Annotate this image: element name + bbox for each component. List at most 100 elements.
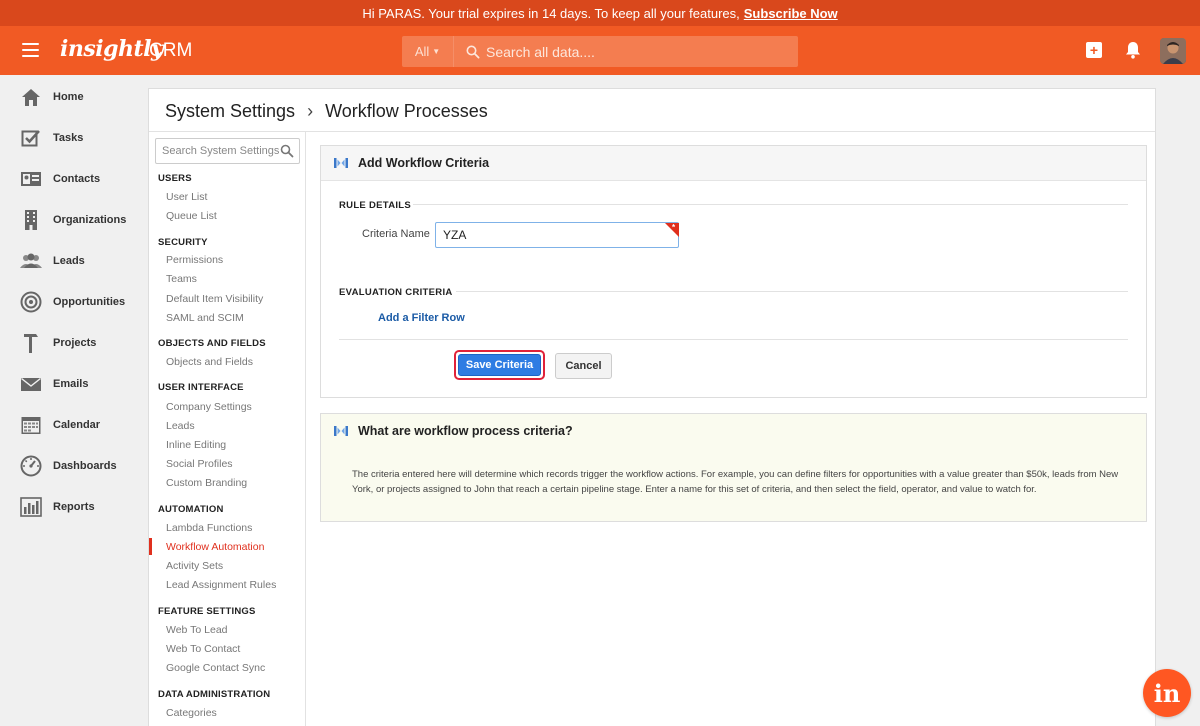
plus-icon: +: [1089, 42, 1099, 58]
nav-item-home[interactable]: Home: [0, 76, 148, 117]
help-body: The criteria entered here will determine…: [352, 469, 1119, 495]
nav-item-calendar[interactable]: Calendar: [0, 404, 148, 445]
notifications-bell-icon[interactable]: [1124, 40, 1142, 60]
search-scope-value: All: [414, 44, 430, 59]
settings-link-teams[interactable]: Teams: [166, 273, 197, 285]
tasks-icon: [21, 129, 40, 146]
settings-link-workflow-automation[interactable]: Workflow Automation: [166, 541, 264, 553]
save-criteria-button[interactable]: Save Criteria: [458, 354, 541, 376]
subscribe-now-link[interactable]: Subscribe Now: [744, 6, 838, 21]
nav-label: Tasks: [53, 131, 84, 144]
settings-link-activity-sets[interactable]: Activity Sets: [166, 560, 223, 572]
nav-label: Leads: [53, 254, 85, 267]
cancel-button[interactable]: Cancel: [555, 353, 612, 379]
breadcrumb: System Settings › Workflow Processes: [165, 101, 488, 122]
card-header: Add Workflow Criteria: [321, 146, 1146, 181]
nav-label: Dashboards: [53, 459, 117, 472]
menu-icon[interactable]: [22, 43, 39, 57]
search-input[interactable]: [486, 43, 798, 60]
dashboards-icon: [20, 455, 42, 476]
divider: [456, 291, 1128, 292]
settings-link-objects-fields[interactable]: Objects and Fields: [166, 356, 253, 368]
settings-sidebar: USERS User List Queue List SECURITY Perm…: [149, 132, 306, 726]
nav-item-opportunities[interactable]: Opportunities: [0, 281, 148, 322]
nav-label: Projects: [53, 336, 97, 349]
settings-link-company-settings[interactable]: Company Settings: [166, 401, 252, 413]
divider: [339, 339, 1128, 340]
invision-badge[interactable]: in: [1143, 669, 1191, 717]
card-title: Add Workflow Criteria: [358, 156, 490, 170]
settings-link-saml-scim[interactable]: SAML and SCIM: [166, 312, 244, 324]
settings-link-permissions[interactable]: Permissions: [166, 254, 223, 266]
settings-group-feature-settings: FEATURE SETTINGS: [158, 606, 256, 617]
settings-link-user-list[interactable]: User List: [166, 191, 207, 203]
settings-link-lambda-functions[interactable]: Lambda Functions: [166, 522, 252, 534]
top-header: insightly CRM All ▼ +: [0, 26, 1200, 75]
nav-label: Organizations: [53, 213, 127, 226]
user-avatar[interactable]: [1160, 38, 1186, 64]
home-icon: [22, 88, 40, 106]
nav-item-emails[interactable]: Emails: [0, 363, 148, 404]
nav-label: Contacts: [53, 172, 101, 185]
leads-icon: [20, 253, 42, 268]
settings-link-web-to-lead[interactable]: Web To Lead: [166, 624, 228, 636]
left-nav: Home Tasks Contacts Organizations Leads …: [0, 75, 148, 726]
criteria-name-input[interactable]: [435, 222, 679, 248]
card-header: What are workflow process criteria?: [321, 414, 1146, 448]
search-icon[interactable]: [280, 144, 294, 158]
nav-item-contacts[interactable]: Contacts: [0, 158, 148, 199]
calendar-icon: [21, 416, 41, 434]
global-search: All ▼: [402, 36, 798, 67]
settings-link-leads[interactable]: Leads: [166, 420, 195, 432]
search-scope-dropdown[interactable]: All ▼: [402, 36, 454, 67]
add-filter-row-link[interactable]: Add a Filter Row: [378, 312, 465, 324]
settings-link-inline-editing[interactable]: Inline Editing: [166, 439, 226, 451]
projects-icon: [24, 333, 38, 353]
settings-link-google-contact-sync[interactable]: Google Contact Sync: [166, 662, 265, 674]
settings-group-users: USERS: [158, 173, 192, 184]
nav-label: Emails: [53, 377, 89, 390]
trial-banner: Hi PARAS. Your trial expires in 14 days.…: [0, 0, 1200, 26]
settings-link-lead-assignment-rules[interactable]: Lead Assignment Rules: [166, 579, 276, 591]
settings-link-default-item-visibility[interactable]: Default Item Visibility: [166, 293, 263, 305]
workflow-icon: [334, 426, 348, 436]
settings-link-queue-list[interactable]: Queue List: [166, 210, 217, 222]
breadcrumb-separator: ›: [307, 101, 314, 121]
chevron-down-icon: ▼: [432, 47, 441, 56]
search-icon: [466, 45, 480, 59]
organizations-icon: [25, 209, 37, 230]
emails-icon: [21, 377, 41, 391]
nav-item-tasks[interactable]: Tasks: [0, 117, 148, 158]
workflow-criteria-help-card: What are workflow process criteria? The …: [320, 413, 1147, 522]
settings-search-input[interactable]: [156, 140, 280, 162]
nav-label: Calendar: [53, 418, 101, 431]
settings-group-user-interface: USER INTERFACE: [158, 382, 244, 393]
nav-item-projects[interactable]: Projects: [0, 322, 148, 363]
save-criteria-highlight: Save Criteria: [454, 350, 545, 380]
nav-item-dashboards[interactable]: Dashboards: [0, 445, 148, 486]
settings-link-categories[interactable]: Categories: [166, 707, 217, 719]
nav-label: Reports: [53, 500, 95, 513]
trial-message: Hi PARAS. Your trial expires in 14 days.…: [362, 5, 740, 21]
nav-label: Home: [53, 90, 84, 103]
settings-group-automation: AUTOMATION: [158, 504, 224, 515]
insightly-logo[interactable]: insightly: [60, 36, 164, 62]
active-indicator: [149, 538, 152, 555]
evaluation-criteria-heading: EVALUATION CRITERIA: [339, 287, 453, 298]
rule-details-heading: RULE DETAILS: [339, 200, 412, 211]
add-new-button[interactable]: +: [1086, 42, 1102, 58]
settings-group-security: SECURITY: [158, 237, 208, 248]
help-title: What are workflow process criteria?: [358, 424, 573, 438]
breadcrumb-system-settings[interactable]: System Settings: [165, 101, 295, 122]
opportunities-icon: [20, 291, 42, 312]
required-mark: *: [672, 223, 676, 232]
nav-item-leads[interactable]: Leads: [0, 240, 148, 281]
settings-link-web-to-contact[interactable]: Web To Contact: [166, 643, 240, 655]
settings-link-custom-branding[interactable]: Custom Branding: [166, 477, 247, 489]
product-name: CRM: [149, 40, 193, 61]
nav-item-reports[interactable]: Reports: [0, 486, 148, 527]
nav-item-organizations[interactable]: Organizations: [0, 199, 148, 240]
settings-link-social-profiles[interactable]: Social Profiles: [166, 458, 233, 470]
criteria-name-label: Criteria Name: [362, 228, 430, 240]
workflow-icon: [334, 158, 348, 168]
